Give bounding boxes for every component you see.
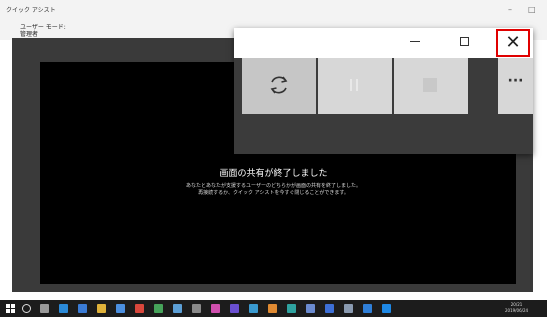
toolbar-window: ✕ ··· — [234, 28, 533, 154]
task-view-icon[interactable] — [40, 304, 49, 313]
window-maximize-button[interactable]: □ — [528, 5, 536, 14]
toolbar-window-titlebar: ✕ — [234, 28, 533, 58]
toolbar-minimize-button[interactable] — [410, 41, 420, 42]
toolbar-maximize-button[interactable] — [460, 37, 469, 46]
user-mode-value: 管理者 — [20, 31, 39, 38]
user-mode: ユーザー モード: 管理者 — [20, 24, 66, 38]
taskbar: 20/21 2019/06/24 — [0, 300, 547, 317]
app9-icon[interactable] — [325, 304, 334, 313]
toolbar-close-button[interactable]: ✕ — [496, 29, 530, 57]
search-icon[interactable] — [22, 304, 31, 313]
session-ended-line2: 再接続するか、クイック アシストを今すぐ閉じることができます。 — [198, 190, 349, 196]
app8-icon[interactable] — [306, 304, 315, 313]
refresh-icon — [270, 76, 288, 94]
start-icon[interactable] — [6, 304, 15, 313]
session-ended-message: あなたとあなたが支援するユーザーのどちらかが画面の共有を終了しました。 再接続す… — [0, 183, 547, 197]
session-ended-line1: あなたとあなたが支援するユーザーのどちらかが画面の共有を終了しました。 — [186, 183, 361, 189]
app7-icon[interactable] — [287, 304, 296, 313]
stop-button[interactable] — [394, 58, 468, 114]
app2-icon[interactable] — [173, 304, 182, 313]
clock-date: 2019/06/24 — [505, 308, 529, 313]
app10-icon[interactable] — [344, 304, 353, 313]
chrome-icon[interactable] — [135, 304, 144, 313]
app6-icon[interactable] — [268, 304, 277, 313]
app4-icon[interactable] — [230, 304, 239, 313]
pause-button[interactable] — [318, 58, 392, 114]
app11-icon[interactable] — [363, 304, 372, 313]
calculator-icon[interactable] — [192, 304, 201, 313]
window-titlebar: クイック アシスト – □ — [0, 0, 547, 22]
store-icon[interactable] — [78, 304, 87, 313]
window-minimize-button[interactable]: – — [508, 5, 512, 14]
mail-icon[interactable] — [116, 304, 125, 313]
app3-icon[interactable] — [211, 304, 220, 313]
reconnect-button[interactable] — [242, 58, 316, 114]
session-ended-title: 画面の共有が終了しました — [219, 169, 328, 179]
edge-icon[interactable] — [59, 304, 68, 313]
app5-icon[interactable] — [249, 304, 258, 313]
app-title: クイック アシスト — [6, 7, 56, 14]
quick-assist-icon[interactable] — [382, 304, 391, 313]
user-mode-label: ユーザー モード: — [20, 24, 66, 31]
app1-icon[interactable] — [154, 304, 163, 313]
more-options-button[interactable]: ··· — [498, 58, 533, 114]
explorer-icon[interactable] — [97, 304, 106, 313]
clock[interactable]: 20/21 2019/06/24 — [505, 302, 528, 314]
